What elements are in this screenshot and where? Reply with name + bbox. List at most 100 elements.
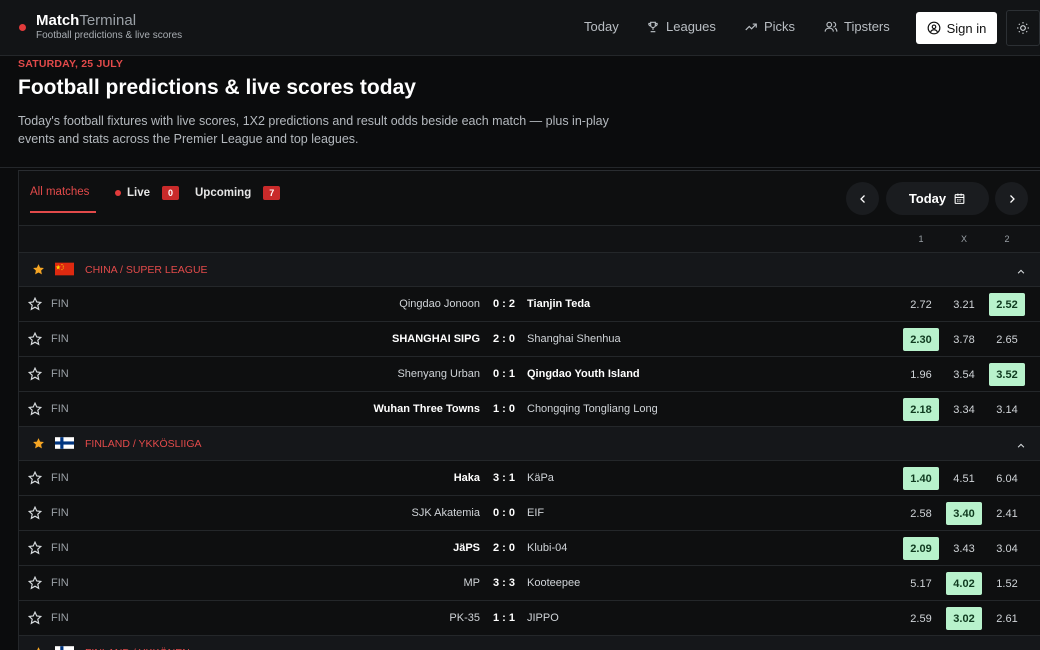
tab-upcoming[interactable]: Upcoming 7 (195, 186, 281, 200)
nav-today-label: Today (584, 19, 619, 34)
league-name[interactable]: CHINA / SUPER LEAGUE (85, 264, 208, 276)
nav-picks[interactable]: Picks (744, 19, 795, 34)
match-row[interactable]: FIN SJK Akatemia 0 : 0 EIF 2.58 3.40 2.41 (19, 496, 1040, 531)
match-row[interactable]: FIN Wuhan Three Towns 1 : 0 Chongqing Tongl… (19, 392, 1040, 427)
star-icon[interactable] (27, 401, 43, 416)
odds-draw[interactable]: 3.78 (946, 328, 982, 351)
home-team[interactable]: SJK Akatemia (412, 507, 480, 519)
next-day-button[interactable] (995, 182, 1028, 215)
odds-home[interactable]: 1.96 (903, 363, 939, 386)
away-team[interactable]: Klubi-04 (527, 542, 567, 554)
nav-leagues[interactable]: Leagues (646, 19, 716, 34)
home-team[interactable]: PK-35 (449, 612, 480, 624)
league-header[interactable]: CHINA / SUPER LEAGUE (19, 253, 1040, 287)
sign-in-button[interactable]: Sign in (916, 12, 997, 44)
home-team[interactable]: MP (464, 577, 481, 589)
tab-all-matches[interactable]: All matches (30, 186, 89, 198)
odds-away[interactable]: 2.52 (989, 293, 1025, 316)
nav-leagues-label: Leagues (666, 19, 716, 34)
odds-away[interactable]: 2.41 (989, 502, 1025, 525)
favorite-star-icon[interactable] (32, 263, 45, 276)
date-picker-button[interactable]: Today (886, 182, 989, 215)
away-team[interactable]: JIPPO (527, 612, 559, 624)
star-icon[interactable] (27, 366, 43, 381)
star-icon[interactable] (27, 505, 43, 520)
league-header[interactable]: FINLAND / YKKÖSLIIGA (19, 427, 1040, 461)
odds-draw[interactable]: 3.34 (946, 398, 982, 421)
match-row[interactable]: FIN Haka 3 : 1 KäPa 1.40 4.51 6.04 (19, 461, 1040, 496)
odds-home[interactable]: 2.09 (903, 537, 939, 560)
odds-home[interactable]: 2.58 (903, 502, 939, 525)
odds-draw[interactable]: 3.21 (946, 293, 982, 316)
odds-home[interactable]: 2.18 (903, 398, 939, 421)
odds-home[interactable]: 1.40 (903, 467, 939, 490)
away-team[interactable]: EIF (527, 507, 544, 519)
match-row[interactable]: FIN PK-35 1 : 1 JIPPO 2.59 3.02 2.61 (19, 601, 1040, 636)
home-team[interactable]: Qingdao Jonoon (399, 298, 480, 310)
away-team[interactable]: Kooteepee (527, 577, 580, 589)
away-team[interactable]: KäPa (527, 472, 554, 484)
home-team[interactable]: Haka (454, 472, 480, 484)
odds-draw[interactable]: 3.02 (946, 607, 982, 630)
nav-tipsters[interactable]: Tipsters (824, 19, 890, 34)
trending-up-icon (745, 23, 757, 30)
odds-draw[interactable]: 3.54 (946, 363, 982, 386)
away-team[interactable]: Qingdao Youth Island (527, 368, 640, 380)
odds-draw[interactable]: 3.40 (946, 502, 982, 525)
league-name[interactable]: FINLAND / YKKÖSLIIGA (85, 438, 202, 450)
odds-home[interactable]: 5.17 (903, 572, 939, 595)
odds-away[interactable]: 1.52 (989, 572, 1025, 595)
nav-today[interactable]: Today (584, 19, 619, 34)
match-row[interactable]: FIN MP 3 : 3 Kooteepee 5.17 4.02 1.52 (19, 566, 1040, 601)
chevron-up-icon[interactable] (1016, 264, 1026, 274)
star-icon[interactable] (27, 540, 43, 555)
previous-day-button[interactable] (846, 182, 879, 215)
match-row[interactable]: FIN SHANGHAI SIPG 2 : 0 Shanghai Shenhua 2.3… (19, 322, 1040, 357)
favorite-star-icon[interactable] (32, 437, 45, 450)
theme-toggle-button[interactable] (1006, 10, 1040, 46)
odds-away[interactable]: 3.52 (989, 363, 1025, 386)
odds-away[interactable]: 2.65 (989, 328, 1025, 351)
star-icon[interactable] (27, 296, 43, 311)
match-row[interactable]: FIN JäPS 2 : 0 Klubi-04 2.09 3.43 3.04 (19, 531, 1040, 566)
odds-home[interactable]: 2.72 (903, 293, 939, 316)
odds-draw[interactable]: 4.02 (946, 572, 982, 595)
trophy-icon (648, 21, 658, 32)
home-team[interactable]: SHANGHAI SIPG (392, 333, 480, 345)
star-icon[interactable] (27, 470, 43, 485)
match-row[interactable]: FIN Shenyang Urban 0 : 1 Qingdao Youth Isla… (19, 357, 1040, 392)
away-team[interactable]: Tianjin Teda (527, 298, 590, 310)
live-dot-icon (115, 190, 121, 196)
star-icon[interactable] (27, 575, 43, 590)
star-icon[interactable] (27, 610, 43, 625)
brand-name[interactable]: MatchTerminal (36, 12, 136, 29)
tab-live[interactable]: Live 0 (115, 186, 180, 200)
odds-draw[interactable]: 4.51 (946, 467, 982, 490)
odds-away[interactable]: 2.61 (989, 607, 1025, 630)
match-row[interactable]: FIN Qingdao Jonoon 0 : 2 Tianjin Teda 2.72 3.… (19, 287, 1040, 322)
match-score: 0 : 1 (492, 368, 515, 380)
odds-draw[interactable]: 3.43 (946, 537, 982, 560)
away-team[interactable]: Shanghai Shenhua (527, 333, 621, 345)
favorite-star-icon[interactable] (32, 646, 45, 650)
match-score: 3 : 1 (492, 472, 515, 484)
sign-in-label: Sign in (946, 20, 987, 36)
home-team[interactable]: Shenyang Urban (397, 368, 480, 380)
league-header[interactable]: FINLAND / YKKÖNEN (19, 636, 1040, 650)
odds-away[interactable]: 3.14 (989, 398, 1025, 421)
chevron-up-icon[interactable] (1016, 438, 1026, 448)
star-icon[interactable] (27, 331, 43, 346)
tab-all-matches-label: All matches (30, 186, 90, 198)
odds-home[interactable]: 2.30 (903, 328, 939, 351)
away-team[interactable]: Chongqing Tongliang Long (527, 403, 658, 415)
match-status: FIN (51, 612, 69, 624)
page-description: Today's football fixtures with live scor… (18, 114, 609, 146)
odds-away[interactable]: 6.04 (989, 467, 1025, 490)
match-score: 2 : 0 (492, 333, 515, 345)
odds-away[interactable]: 3.04 (989, 537, 1025, 560)
match-score: 1 : 1 (492, 612, 515, 624)
home-team[interactable]: Wuhan Three Towns (373, 403, 480, 415)
odds-home[interactable]: 2.59 (903, 607, 939, 630)
home-team[interactable]: JäPS (453, 542, 480, 554)
finland-flag-icon (55, 436, 74, 450)
